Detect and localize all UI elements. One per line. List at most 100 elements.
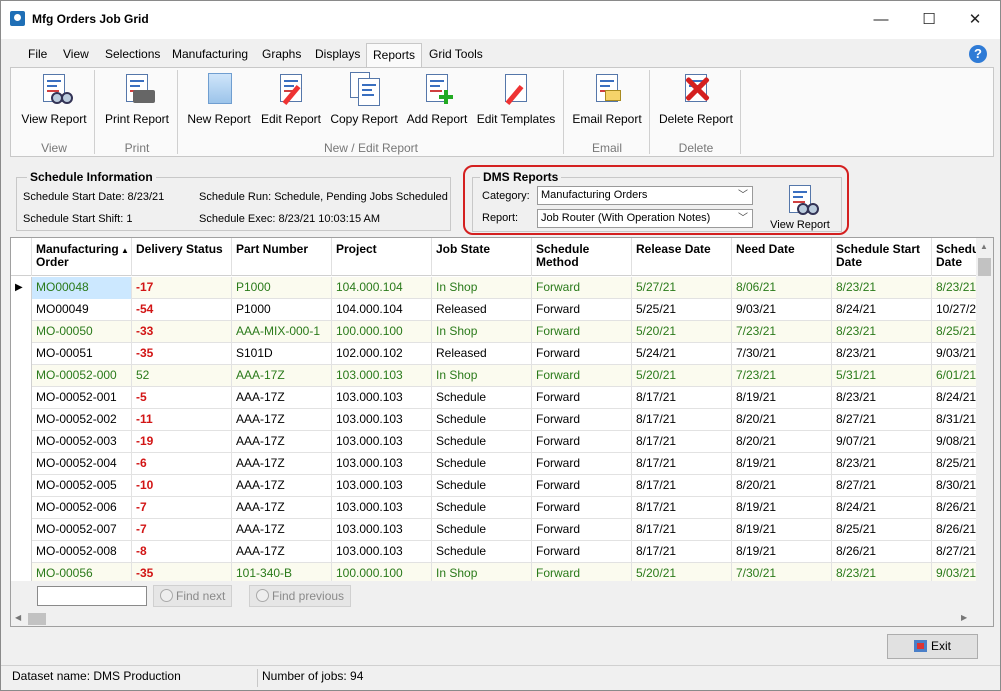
mo-cell[interactable]: MO-00052-002	[32, 409, 132, 431]
schedule-start-cell[interactable]: 8/23/21	[832, 321, 932, 343]
table-row[interactable]: MO-00052-004 -6 AAA-17Z 103.000.103 Schedule…	[11, 453, 993, 475]
project-cell[interactable]: 103.000.103	[332, 365, 432, 387]
maximize-button[interactable]: ☐	[906, 1, 952, 39]
close-button[interactable]: ✕	[952, 1, 998, 39]
release-date-cell[interactable]: 8/17/21	[632, 431, 732, 453]
project-cell[interactable]: 103.000.103	[332, 497, 432, 519]
part-number-cell[interactable]: AAA-17Z	[232, 431, 332, 453]
schedule-start-cell[interactable]: 8/24/21	[832, 497, 932, 519]
schedule-start-cell[interactable]: 8/27/21	[832, 409, 932, 431]
schedule-method-cell[interactable]: Forward	[532, 431, 632, 453]
schedule-end-cell[interactable]: 9/03/21	[932, 343, 976, 365]
column-header-release-date[interactable]: Release Date	[632, 238, 732, 276]
schedule-start-cell[interactable]: 9/07/21	[832, 431, 932, 453]
row-selector[interactable]	[11, 299, 32, 321]
need-date-cell[interactable]: 8/19/21	[732, 519, 832, 541]
delivery-status-cell[interactable]: -6	[132, 453, 232, 475]
schedule-method-cell[interactable]: Forward	[532, 541, 632, 563]
help-icon[interactable]: ?	[969, 45, 987, 63]
schedule-start-cell[interactable]: 8/23/21	[832, 387, 932, 409]
job-state-cell[interactable]: In Shop	[432, 277, 532, 299]
need-date-cell[interactable]: 8/19/21	[732, 387, 832, 409]
find-next-button[interactable]: Find next	[153, 585, 233, 607]
release-date-cell[interactable]: 8/17/21	[632, 387, 732, 409]
table-row[interactable]: MO-00052-000 52 AAA-17Z 103.000.103 In Shop F…	[11, 365, 993, 387]
need-date-cell[interactable]: 7/23/21	[732, 365, 832, 387]
print-report-button[interactable]: Print Report	[99, 72, 175, 126]
table-row[interactable]: MO-00052-001 -5 AAA-17Z 103.000.103 Schedule…	[11, 387, 993, 409]
schedule-end-cell[interactable]: 8/25/21	[932, 321, 976, 343]
delivery-status-cell[interactable]: 52	[132, 365, 232, 387]
row-selector[interactable]	[11, 431, 32, 453]
row-selector[interactable]: ▶	[11, 277, 32, 299]
job-state-cell[interactable]: Schedule	[432, 497, 532, 519]
schedule-method-cell[interactable]: Forward	[532, 409, 632, 431]
schedule-start-cell[interactable]: 8/27/21	[832, 475, 932, 497]
row-selector[interactable]	[11, 475, 32, 497]
release-date-cell[interactable]: 5/25/21	[632, 299, 732, 321]
table-row[interactable]: MO-00051 -35 S101D 102.000.102 Released Forwa…	[11, 343, 993, 365]
part-number-cell[interactable]: AAA-17Z	[232, 453, 332, 475]
project-cell[interactable]: 103.000.103	[332, 387, 432, 409]
part-number-cell[interactable]: AAA-17Z	[232, 365, 332, 387]
delete-report-button[interactable]: Delete Report	[655, 72, 737, 126]
mo-cell[interactable]: MO-00052-007	[32, 519, 132, 541]
mo-cell[interactable]: MO-00052-000	[32, 365, 132, 387]
need-date-cell[interactable]: 8/19/21	[732, 497, 832, 519]
row-selector[interactable]	[11, 321, 32, 343]
part-number-cell[interactable]: AAA-17Z	[232, 541, 332, 563]
delivery-status-cell[interactable]: -11	[132, 409, 232, 431]
release-date-cell[interactable]: 5/27/21	[632, 277, 732, 299]
job-state-cell[interactable]: Schedule	[432, 387, 532, 409]
horizontal-scroll-thumb[interactable]	[28, 613, 46, 625]
need-date-cell[interactable]: 8/19/21	[732, 453, 832, 475]
table-row[interactable]: MO-00052-008 -8 AAA-17Z 103.000.103 Schedule…	[11, 541, 993, 563]
menu-selections[interactable]: Selections	[105, 47, 160, 61]
table-row[interactable]: MO-00052-002 -11 AAA-17Z 103.000.103 Schedul…	[11, 409, 993, 431]
column-header-need-date[interactable]: Need Date	[732, 238, 832, 276]
menu-view[interactable]: View	[63, 47, 89, 61]
mo-cell[interactable]: MO-00052-008	[32, 541, 132, 563]
find-input[interactable]	[37, 586, 147, 606]
schedule-method-cell[interactable]: Forward	[532, 365, 632, 387]
row-selector[interactable]	[11, 497, 32, 519]
column-header-project[interactable]: Project	[332, 238, 432, 276]
email-report-button[interactable]: Email Report	[568, 72, 646, 126]
delivery-status-cell[interactable]: -54	[132, 299, 232, 321]
table-row[interactable]: ▶ MO00048 -17 P1000 104.000.104 In Shop Forwar…	[11, 277, 993, 299]
need-date-cell[interactable]: 7/23/21	[732, 321, 832, 343]
release-date-cell[interactable]: 8/17/21	[632, 409, 732, 431]
job-state-cell[interactable]: Released	[432, 299, 532, 321]
release-date-cell[interactable]: 5/24/21	[632, 343, 732, 365]
menu-grid-tools[interactable]: Grid Tools	[429, 47, 483, 61]
release-date-cell[interactable]: 8/17/21	[632, 453, 732, 475]
mo-cell[interactable]: MO-00050	[32, 321, 132, 343]
horizontal-scrollbar[interactable]: ◀ ▶	[11, 611, 993, 626]
delivery-status-cell[interactable]: -5	[132, 387, 232, 409]
schedule-end-cell[interactable]: 10/27/2	[932, 299, 976, 321]
vertical-scrollbar[interactable]: ▲	[976, 238, 993, 598]
row-selector[interactable]	[11, 541, 32, 563]
job-state-cell[interactable]: Released	[432, 343, 532, 365]
project-cell[interactable]: 103.000.103	[332, 431, 432, 453]
schedule-method-cell[interactable]: Forward	[532, 475, 632, 497]
schedule-method-cell[interactable]: Forward	[532, 299, 632, 321]
schedule-method-cell[interactable]: Forward	[532, 343, 632, 365]
column-header-delivery-status[interactable]: Delivery Status	[132, 238, 232, 276]
new-report-button[interactable]: New Report	[183, 72, 255, 126]
schedule-start-cell[interactable]: 8/24/21	[832, 299, 932, 321]
row-selector[interactable]	[11, 365, 32, 387]
row-selector[interactable]	[11, 409, 32, 431]
copy-report-button[interactable]: Copy Report	[327, 72, 401, 126]
mo-cell[interactable]: MO-00052-005	[32, 475, 132, 497]
need-date-cell[interactable]: 8/20/21	[732, 431, 832, 453]
mo-cell[interactable]: MO-00052-006	[32, 497, 132, 519]
find-previous-button[interactable]: Find previous	[249, 585, 352, 607]
job-state-cell[interactable]: Schedule	[432, 541, 532, 563]
row-selector[interactable]	[11, 453, 32, 475]
part-number-cell[interactable]: AAA-17Z	[232, 519, 332, 541]
table-row[interactable]: MO-00052-005 -10 AAA-17Z 103.000.103 Schedul…	[11, 475, 993, 497]
delivery-status-cell[interactable]: -19	[132, 431, 232, 453]
schedule-end-cell[interactable]: 9/08/21	[932, 431, 976, 453]
menu-file[interactable]: File	[28, 47, 47, 61]
